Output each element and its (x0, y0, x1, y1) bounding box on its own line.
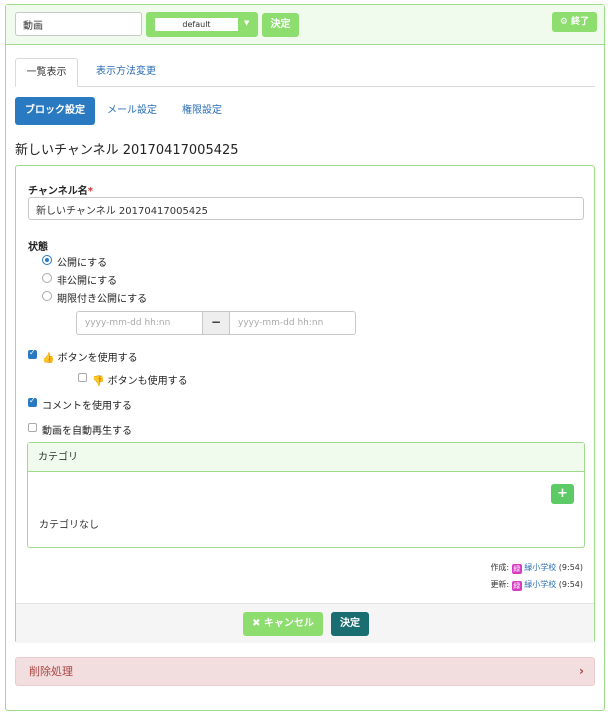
use-like-label: 👍 ボタンを使用する (42, 353, 138, 364)
category-panel: カテゴリ + カテゴリなし (27, 442, 585, 548)
status-label: 状態 (28, 242, 48, 253)
pill-block-settings[interactable]: ブロック設定 (15, 97, 95, 125)
form-footer: ✖ キャンセル 決定 (16, 603, 594, 643)
frame-type-select-value: default (155, 18, 238, 31)
created-label: 作成: (490, 563, 510, 572)
publish-end-input[interactable]: yyyy-mm-dd hh:nn (230, 312, 355, 334)
radio-label: 公開にする (57, 258, 108, 269)
updated-label: 更新: (490, 580, 510, 589)
use-like-checkbox[interactable] (28, 348, 37, 359)
category-empty-text: カテゴリなし (39, 520, 99, 531)
radio-button[interactable] (42, 291, 52, 301)
delete-section-toggle[interactable]: 削除処理 › (15, 657, 595, 686)
delete-section-label: 削除処理 (29, 665, 73, 678)
use-comment-label: コメントを使用する (42, 401, 132, 412)
chevron-down-icon: ▼ (244, 19, 250, 27)
use-comment-checkbox[interactable] (28, 396, 37, 407)
category-heading: カテゴリ (28, 443, 584, 472)
required-mark: * (87, 186, 93, 197)
cancel-button[interactable]: ✖ キャンセル (243, 612, 323, 636)
radio-button[interactable] (42, 273, 52, 283)
channel-name-input[interactable]: 新しいチャンネル 20170417005425 (28, 197, 584, 220)
avatar: 緑 (511, 564, 522, 574)
date-separator: − (202, 312, 230, 334)
updated-user-link[interactable]: 緑小学校 (524, 580, 556, 589)
header-decide-button[interactable]: 決定 (262, 13, 299, 37)
use-unlike-label: 👎 ボタンも使用する (92, 376, 188, 387)
use-unlike-checkbox[interactable] (78, 373, 87, 382)
decide-button[interactable]: 決定 (331, 612, 369, 636)
autoplay-checkbox[interactable] (28, 423, 37, 432)
pill-mail-settings[interactable]: メール設定 (102, 97, 162, 125)
updated-time: (9:54) (558, 580, 583, 589)
created-info: 作成: 緑 緑小学校 (9:54) (490, 562, 583, 574)
created-user-link[interactable]: 緑小学校 (524, 563, 556, 572)
publish-period-group: yyyy-mm-dd hh:nn − yyyy-mm-dd hh:nn (76, 311, 356, 335)
chevron-right-icon: › (579, 664, 584, 678)
autoplay-label: 動画を自動再生する (42, 426, 132, 437)
tab-list-view[interactable]: 一覧表示 (15, 58, 78, 87)
view-tabs: 一覧表示 表示方法変更 (15, 58, 595, 87)
radio-label: 非公開にする (57, 276, 118, 287)
frame-type-select[interactable]: default ▼ (146, 12, 258, 37)
block-settings-frame: 動画 default ▼ 決定 ⚙ 終了 一覧表示 表示方法変更 ブロック設定 … (5, 4, 605, 711)
tab-display-settings[interactable]: 表示方法変更 (87, 58, 165, 87)
pill-permission-settings[interactable]: 権限設定 (172, 97, 232, 125)
channel-name-label: チャンネル名* (28, 186, 93, 197)
radio-label: 期限付き公開にする (57, 294, 148, 305)
page-title: 新しいチャンネル 20170417005425 (15, 143, 239, 158)
add-category-button[interactable]: + (551, 484, 574, 504)
frame-header: 動画 default ▼ 決定 ⚙ 終了 (6, 5, 604, 45)
radio-button[interactable] (42, 255, 52, 265)
channel-form-panel: チャンネル名* 新しいチャンネル 20170417005425 状態 公開にする… (15, 165, 595, 643)
end-setting-button[interactable]: ⚙ 終了 (552, 12, 597, 32)
updated-info: 更新: 緑 緑小学校 (9:54) (490, 579, 583, 591)
publish-start-input[interactable]: yyyy-mm-dd hh:nn (77, 312, 202, 334)
avatar: 緑 (511, 581, 522, 591)
created-time: (9:54) (558, 563, 583, 572)
frame-title-input[interactable]: 動画 (15, 12, 142, 36)
